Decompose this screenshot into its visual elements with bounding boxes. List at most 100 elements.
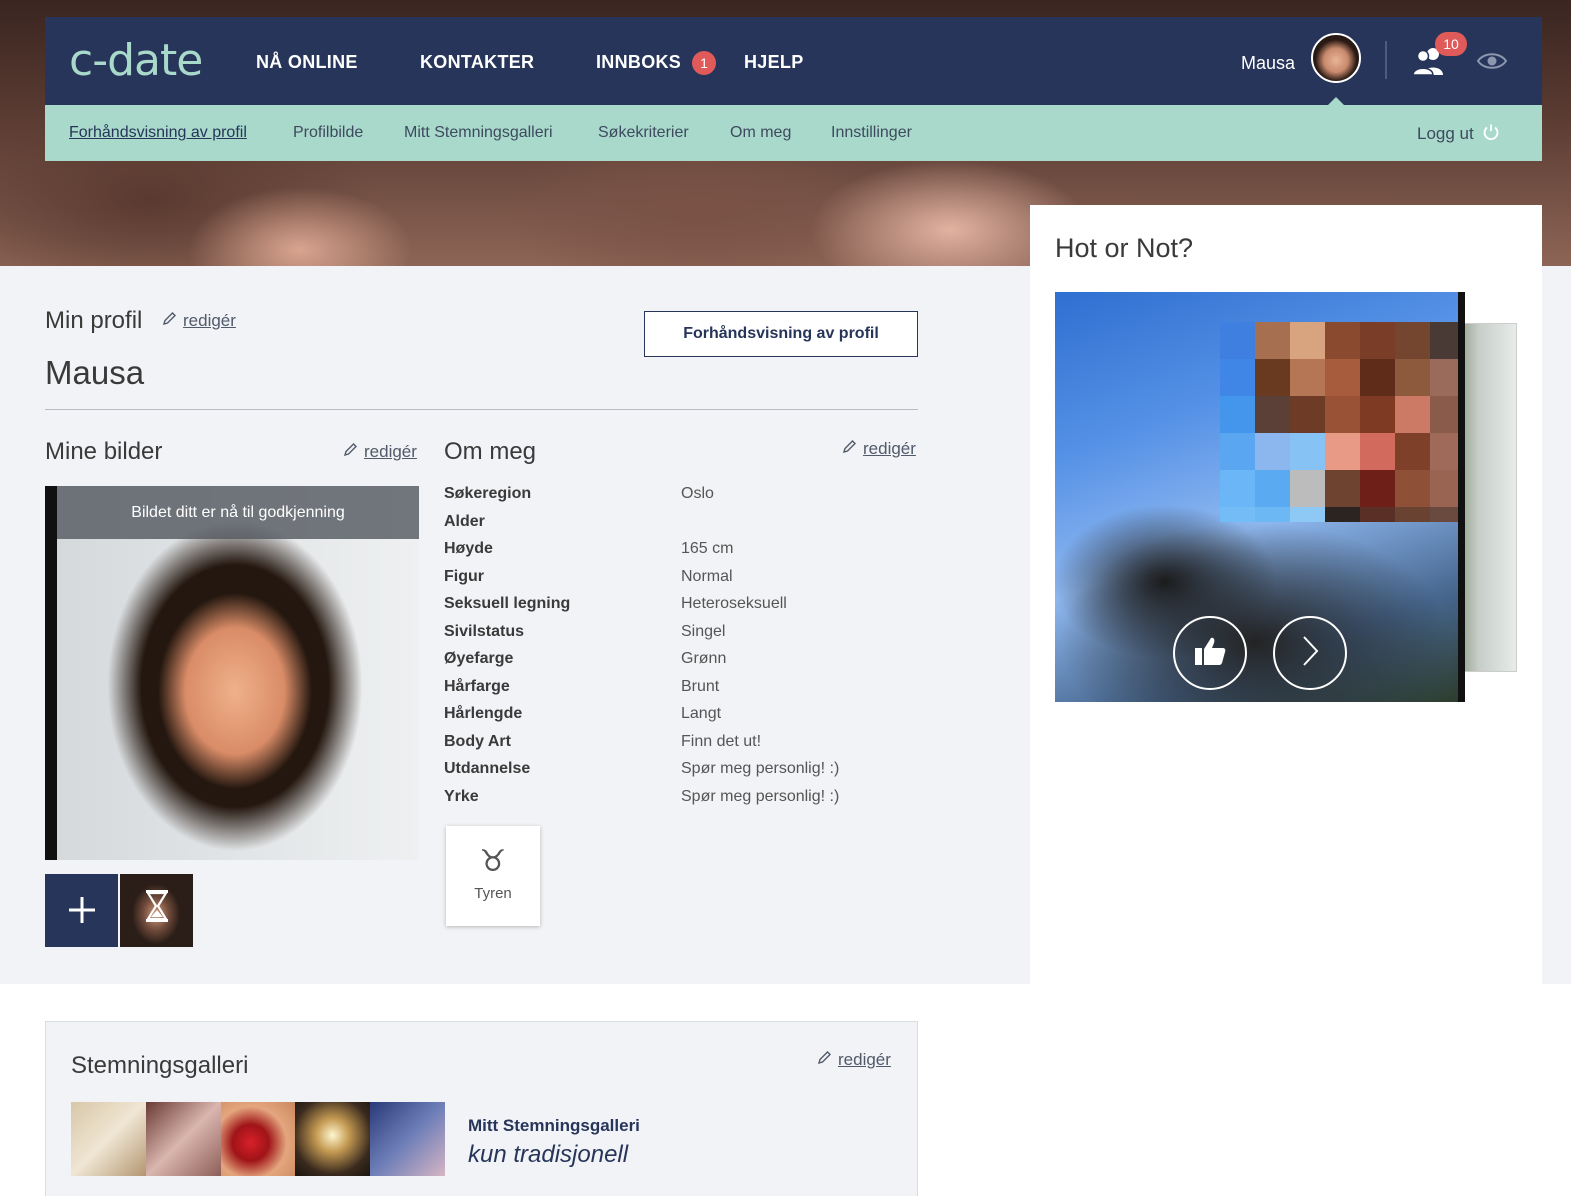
about-label: Utdannelse [444,760,531,777]
about-label: Hårfarge [444,678,510,695]
divider [45,409,918,410]
pencil-icon [817,1050,832,1070]
zodiac-card[interactable]: ♉ Tyren [446,826,540,926]
sub-navigation: Forhåndsvisning av profil Profilbilde Mi… [45,105,1542,161]
about-value: Heteroseksuell [681,595,787,612]
nav-innboks[interactable]: INNBOKS [596,52,681,73]
photo-edge [1458,292,1465,702]
thumbs-up-button[interactable] [1173,616,1247,690]
pencil-icon [842,439,857,459]
add-photo-button[interactable] [45,874,118,947]
pending-approval-banner: Bildet ditt er nå til godkjenning [57,486,419,539]
about-row-harlengde: Hårlengde Langt [444,705,918,729]
username[interactable]: Mausa [1241,53,1295,74]
nav-kontakter[interactable]: KONTAKTER [420,52,534,73]
top-navigation: c-date NÅ ONLINE KONTAKTER INNBOKS 1 HJE… [45,17,1542,106]
gallery-thumbnail [145,1102,221,1176]
about-row-oyefarge: Øyefarge Grønn [444,650,918,674]
preview-profile-button[interactable]: Forhåndsvisning av profil [644,311,918,357]
plus-icon [67,886,97,936]
zodiac-label: Tyren [474,885,512,902]
about-label: Seksuell legning [444,595,571,612]
pencil-icon [343,442,358,462]
edit-gallery-link[interactable]: redigér [817,1050,891,1070]
about-label: Søkeregion [444,485,532,502]
nav-na-online[interactable]: NÅ ONLINE [256,52,358,73]
gallery-thumbnails[interactable] [71,1102,445,1176]
chevron-right-icon [1300,634,1320,673]
edit-label: redigér [863,439,916,458]
gallery-thumbnail [370,1102,445,1176]
about-value: Grønn [681,650,727,667]
about-value: Normal [681,568,733,585]
subnav-stemningsgalleri[interactable]: Mitt Stemningsgalleri [404,124,553,142]
edit-label: redigér [183,311,236,330]
mood-gallery-box: Stemningsgalleri redigér Mitt Stemningsg… [45,1021,918,1196]
subnav-forhandsvisning[interactable]: Forhåndsvisning av profil [69,124,247,142]
subnav-sokekriterier[interactable]: Søkekriterier [598,124,689,142]
subnav-om-meg[interactable]: Om meg [730,124,791,142]
section-title-mine-bilder: Mine bilder [45,438,163,465]
about-row-alder: Alder [444,513,918,537]
about-value: 165 cm [681,540,734,557]
gallery-subtitle: kun tradisjonell [468,1141,629,1168]
hourglass-icon [144,889,170,932]
hot-or-not-photo[interactable] [1055,292,1465,702]
photo-thumbnail[interactable] [120,874,193,947]
edit-about-link[interactable]: redigér [842,439,916,459]
about-label: Alder [444,513,485,530]
about-value: Singel [681,623,726,640]
about-label: Body Art [444,733,511,750]
hot-or-not-title: Hot or Not? [1055,233,1194,263]
section-title-min-profil: Min profil [45,307,143,334]
subnav-innstillinger[interactable]: Innstillinger [831,124,912,142]
about-value: Spør meg personlig! :) [681,760,840,777]
gallery-title: Stemningsgalleri [71,1052,249,1079]
about-label: Yrke [444,788,479,805]
logo[interactable]: c-date [69,35,203,86]
divider [1385,41,1387,79]
about-label: Figur [444,568,484,585]
logout-link[interactable]: Logg ut [1417,123,1500,146]
subnav-profilbilde[interactable]: Profilbilde [293,124,363,142]
about-row-yrke: Yrke Spør meg personlig! :) [444,788,918,812]
edit-photos-link[interactable]: redigér [343,442,417,462]
section-title-om-meg: Om meg [444,438,537,465]
power-icon [1482,123,1500,146]
pixelated-face [1220,322,1465,522]
about-value: Spør meg personlig! :) [681,788,840,805]
taurus-icon: ♉ [479,844,507,879]
logout-label: Logg ut [1417,124,1474,143]
about-row-sokeregion: Søkeregion Oslo [444,485,918,509]
pencil-icon [162,311,177,331]
gallery-name: Mitt Stemningsgalleri [468,1116,640,1135]
contacts-badge: 10 [1435,32,1467,56]
inbox-badge: 1 [692,51,716,75]
about-label: Hårlengde [444,705,523,722]
about-label: Øyefarge [444,650,514,667]
about-value: Oslo [681,485,714,502]
about-value: Langt [681,705,722,722]
gallery-thumbnail [220,1102,296,1176]
about-row-figur: Figur Normal [444,568,918,592]
next-button[interactable] [1273,616,1347,690]
about-value: Finn det ut! [681,733,762,750]
avatar[interactable] [1311,33,1361,83]
about-label: Høyde [444,540,493,557]
about-label: Sivilstatus [444,623,525,640]
main-profile-photo[interactable]: Bildet ditt er nå til godkjenning [45,486,419,860]
about-row-harfarge: Hårfarge Brunt [444,678,918,702]
eye-icon[interactable] [1476,51,1508,71]
profile-name: Mausa [45,354,145,391]
about-value: Brunt [681,678,720,695]
thumbs-up-icon [1193,635,1227,672]
about-row-utdannelse: Utdannelse Spør meg personlig! :) [444,760,918,784]
about-row-seksuell-legning: Seksuell legning Heteroseksuell [444,595,918,619]
edit-label: redigér [364,442,417,461]
gallery-thumbnail [71,1102,146,1176]
about-row-sivilstatus: Sivilstatus Singel [444,623,918,647]
nav-hjelp[interactable]: HJELP [744,52,804,73]
about-row-body-art: Body Art Finn det ut! [444,733,918,757]
edit-profile-link[interactable]: redigér [162,311,236,331]
gallery-thumbnail [295,1102,371,1176]
